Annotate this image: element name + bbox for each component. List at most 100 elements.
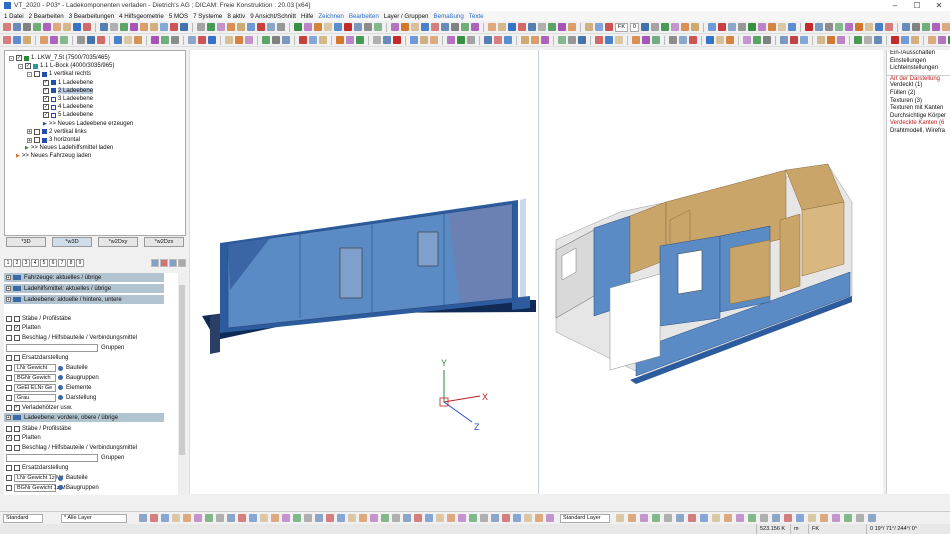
tool-icon[interactable]: [748, 23, 757, 31]
display-option-8[interactable]: Durchsichtige Körper: [887, 113, 950, 121]
prop-checkbox[interactable]: [14, 355, 20, 362]
tool-icon[interactable]: [706, 36, 714, 44]
tool-icon[interactable]: [854, 36, 862, 44]
tree-item[interactable]: - ✓ 1.1 L-Bock (4000/3035/965): [18, 62, 114, 70]
tool-icon[interactable]: [558, 23, 566, 31]
tool-icon[interactable]: [77, 36, 85, 44]
menu-item-9[interactable]: Zeichnen: [318, 13, 343, 20]
tool-icon[interactable]: [632, 36, 640, 44]
tool-icon[interactable]: [393, 36, 401, 44]
tree-checkbox[interactable]: ✓: [43, 79, 49, 86]
layer-number-button[interactable]: 7: [58, 258, 66, 267]
bottom-tool-icon[interactable]: [436, 514, 444, 522]
tool-icon[interactable]: [198, 36, 206, 44]
tree-checkbox[interactable]: [34, 137, 40, 143]
tool-icon[interactable]: [401, 23, 409, 31]
bottom-tool-icon[interactable]: [425, 514, 433, 522]
expand-icon[interactable]: -: [9, 55, 14, 61]
bottom-tool-icon[interactable]: [216, 514, 224, 522]
tool-icon[interactable]: [421, 23, 429, 31]
tool-icon[interactable]: [788, 23, 797, 31]
tree-item[interactable]: ▶ >> Neues Fahrzeug laden: [9, 152, 91, 160]
tool-icon[interactable]: [110, 23, 118, 31]
tool-icon[interactable]: [758, 23, 767, 31]
groups-input[interactable]: [6, 454, 98, 463]
tool-icon[interactable]: [217, 23, 225, 31]
tree-checkbox[interactable]: [34, 71, 40, 78]
minimize-button[interactable]: –: [884, 0, 906, 11]
tool-icon[interactable]: [484, 36, 492, 44]
tool-icon[interactable]: [160, 23, 168, 31]
bottom-tool-icon[interactable]: [640, 514, 648, 522]
tool-icon[interactable]: [805, 23, 814, 31]
bottom-tool-icon[interactable]: [458, 514, 466, 522]
prop-checkbox[interactable]: ✓: [14, 404, 20, 411]
tool-icon[interactable]: [272, 36, 280, 44]
tree-item[interactable]: ✓ 3 Ladeebene: [36, 95, 93, 103]
display-option-5[interactable]: Füllen (2): [887, 90, 950, 98]
tool-icon[interactable]: [642, 36, 650, 44]
display-option-2[interactable]: Lichteinstellungen: [887, 65, 950, 73]
tool-icon[interactable]: [441, 23, 449, 31]
tree-checkbox[interactable]: ✓: [43, 112, 49, 119]
prop-row-hdr[interactable]: + Fahrzeuge: aktuelles / übrige: [4, 273, 164, 282]
tool-icon[interactable]: [726, 36, 734, 44]
tree-item[interactable]: ▶ >> Neues Ladehilfsmittel laden: [18, 144, 113, 152]
bottom-tool-icon[interactable]: [293, 514, 301, 522]
tool-icon[interactable]: [691, 23, 700, 31]
tool-icon[interactable]: [891, 36, 899, 44]
tool-icon[interactable]: [780, 36, 788, 44]
tool-icon[interactable]: [170, 23, 178, 31]
tool-icon[interactable]: [97, 36, 105, 44]
tool-icon[interactable]: [336, 36, 344, 44]
tree-item[interactable]: ✓ 5 Ladeebene: [36, 111, 93, 119]
menu-item-1[interactable]: 2 Bearbeiten: [29, 13, 64, 20]
display-option-9[interactable]: Verdeckte Kanten (6: [887, 120, 950, 128]
tool-icon[interactable]: [865, 23, 874, 31]
tool-icon[interactable]: [346, 36, 354, 44]
tool-icon[interactable]: [538, 23, 546, 31]
bottom-tool-icon[interactable]: [628, 514, 636, 522]
tool-icon[interactable]: [73, 23, 81, 31]
prop-dropdown[interactable]: LNr Gewicht: [14, 364, 56, 372]
prop-row-hdr[interactable]: + Ladeebene: aktuelle / hintere, untere: [4, 295, 164, 304]
bottom-tool-icon[interactable]: [760, 514, 768, 522]
bottom-tool-icon[interactable]: [832, 514, 840, 522]
tool-icon[interactable]: [208, 36, 216, 44]
menu-item-13[interactable]: Texte: [469, 13, 484, 20]
tool-icon[interactable]: [461, 23, 469, 31]
prop-checkbox[interactable]: [6, 325, 12, 332]
panel-tool-icon[interactable]: [160, 258, 168, 267]
menu-item-11[interactable]: Layer / Gruppen: [384, 13, 429, 20]
tool-icon[interactable]: [299, 36, 307, 44]
tool-icon[interactable]: [817, 36, 825, 44]
tool-icon[interactable]: [615, 36, 623, 44]
layer-number-button[interactable]: 4: [31, 258, 39, 267]
layer-number-button[interactable]: 1: [4, 258, 12, 267]
tool-icon[interactable]: [681, 23, 690, 31]
bottom-tool-icon[interactable]: [856, 514, 864, 522]
prop-dropdown[interactable]: LNr Gewicht 1z Mit: [14, 474, 63, 482]
tool-icon[interactable]: [60, 36, 68, 44]
tool-icon[interactable]: [431, 23, 439, 31]
bottom-tool-icon[interactable]: [700, 514, 708, 522]
tool-icon[interactable]: [738, 23, 747, 31]
bottom-tool-icon[interactable]: [808, 514, 816, 522]
color-dot-icon[interactable]: [58, 385, 63, 391]
tool-icon[interactable]: [728, 23, 737, 31]
tool-icon[interactable]: [23, 36, 31, 44]
maximize-button[interactable]: ☐: [906, 0, 928, 11]
display-option-1[interactable]: Einstellungen: [887, 58, 950, 66]
layer-dropdown[interactable]: * Alle Layer: [61, 513, 127, 523]
tool-icon[interactable]: [845, 23, 854, 31]
tool-icon[interactable]: [83, 23, 91, 31]
tool-icon[interactable]: [942, 23, 950, 31]
prop-checkbox[interactable]: [6, 475, 12, 481]
close-button[interactable]: ✕: [928, 0, 950, 11]
panel-tool-icon[interactable]: [169, 258, 177, 267]
3d-viewport[interactable]: Y X Z: [189, 50, 883, 494]
tool-icon[interactable]: [568, 23, 576, 31]
prop-checkbox[interactable]: [6, 465, 12, 472]
tool-icon[interactable]: [134, 36, 142, 44]
tree-checkbox[interactable]: ✓: [43, 87, 49, 94]
